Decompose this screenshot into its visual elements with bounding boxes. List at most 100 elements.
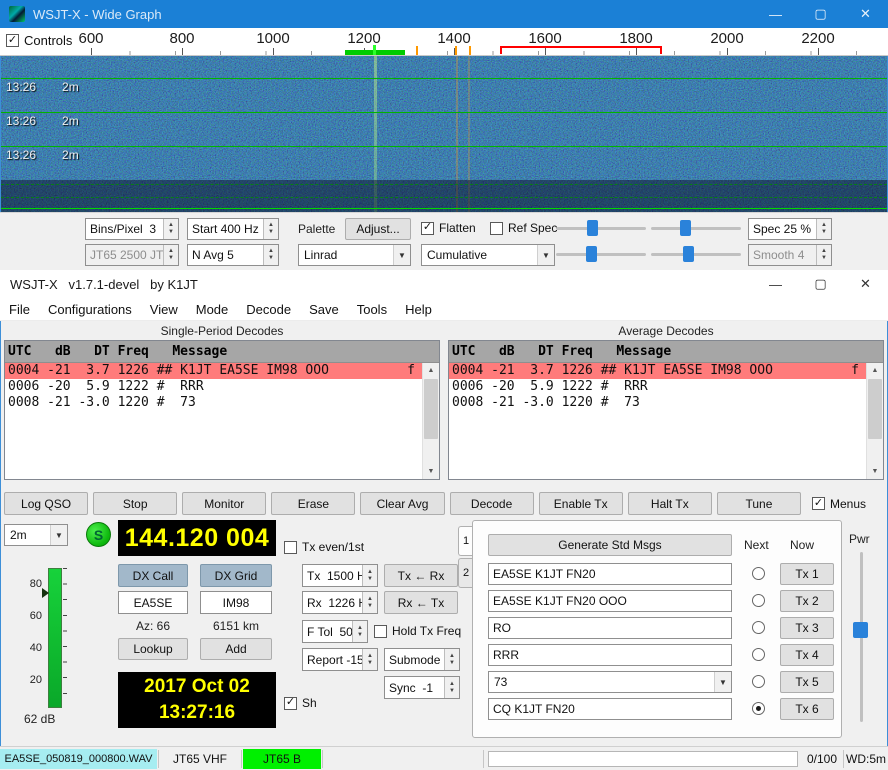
scrollbar[interactable]: ▲ ▼ bbox=[866, 363, 883, 479]
menu-help[interactable]: Help bbox=[396, 299, 441, 320]
menu-save[interactable]: Save bbox=[300, 299, 348, 320]
decode-body-left[interactable]: 0004 -21 3.7 1226 ## K1JT EA5SE IM98 OOO… bbox=[5, 363, 439, 479]
tab-1[interactable]: 1 bbox=[458, 526, 473, 556]
bins-pixel-spinbox[interactable]: Bins/Pixel 3 ▲▼ bbox=[85, 218, 179, 240]
main-titlebar[interactable]: WSJT-X v1.7.1-devel by K1JT — ▢ ✕ bbox=[0, 270, 888, 298]
scrollbar[interactable]: ▲ ▼ bbox=[422, 363, 439, 479]
f-tol-spinbox[interactable]: F Tol 50 ▲▼ bbox=[302, 620, 368, 643]
enable-tx-button[interactable]: Enable Tx bbox=[539, 492, 623, 515]
s-meter-indicator[interactable]: S bbox=[86, 522, 111, 547]
decode-row-left-1[interactable]: 0006 -20 5.9 1222 # RRR bbox=[5, 379, 422, 395]
decode-row-left-2[interactable]: 0008 -21 -3.0 1220 # 73 bbox=[5, 395, 422, 411]
halt-tx-button[interactable]: Halt Tx bbox=[628, 492, 712, 515]
spinner-arrows-icon[interactable]: ▲▼ bbox=[362, 592, 377, 613]
gain2-slider[interactable] bbox=[556, 244, 646, 264]
band-combo[interactable]: 2m ▼ bbox=[4, 524, 68, 546]
tx-radio-3[interactable] bbox=[752, 621, 765, 634]
spinner-arrows-icon[interactable]: ▲▼ bbox=[362, 649, 377, 670]
spinner-arrows-icon[interactable]: ▲▼ bbox=[362, 565, 377, 586]
dx-grid-field[interactable] bbox=[200, 591, 272, 614]
decode-row-right-0[interactable]: 0004 -21 3.7 1226 ## K1JT EA5SE IM98 OOO… bbox=[449, 363, 866, 379]
scroll-up-icon[interactable]: ▲ bbox=[867, 363, 883, 378]
tx-radio-6[interactable] bbox=[752, 702, 765, 715]
close-icon[interactable]: ✕ bbox=[843, 270, 888, 298]
spinner-arrows-icon[interactable]: ▲▼ bbox=[263, 219, 278, 239]
menu-tools[interactable]: Tools bbox=[348, 299, 396, 320]
tx-message-6-field[interactable] bbox=[488, 698, 732, 720]
dx-grid-button[interactable]: DX Grid bbox=[200, 564, 272, 587]
maximize-icon[interactable]: ▢ bbox=[798, 270, 843, 298]
dx-call-field[interactable] bbox=[118, 591, 188, 614]
tab-2[interactable]: 2 bbox=[458, 558, 473, 588]
menu-view[interactable]: View bbox=[141, 299, 187, 320]
spectrum-type-combo[interactable]: Cumulative ▼ bbox=[421, 244, 555, 266]
gain-slider[interactable] bbox=[556, 218, 646, 238]
menus-checkbox[interactable]: Menus bbox=[806, 497, 884, 511]
sync-spinbox[interactable]: Sync -1 ▲▼ bbox=[384, 676, 460, 699]
waterfall-display[interactable]: 13:26 2m 13:26 2m 13:26 2m bbox=[1, 56, 887, 212]
pwr-slider-handle[interactable] bbox=[853, 622, 868, 638]
menu-configurations[interactable]: Configurations bbox=[39, 299, 141, 320]
menu-mode[interactable]: Mode bbox=[187, 299, 238, 320]
zero-slider[interactable] bbox=[651, 218, 741, 238]
pwr-slider[interactable] bbox=[853, 552, 869, 722]
tx-freq-marker[interactable] bbox=[500, 46, 662, 48]
clear-avg-button[interactable]: Clear Avg bbox=[360, 492, 444, 515]
add-button[interactable]: Add bbox=[200, 638, 272, 660]
tx-message-5-combo[interactable]: 73 ▼ bbox=[488, 671, 732, 693]
spinner-arrows-icon[interactable]: ▲▼ bbox=[444, 677, 459, 698]
rx-from-tx-button[interactable]: Rx ← Tx bbox=[384, 591, 458, 614]
log-qso-button[interactable]: Log QSO bbox=[4, 492, 88, 515]
scroll-thumb[interactable] bbox=[868, 379, 882, 439]
scroll-down-icon[interactable]: ▼ bbox=[423, 464, 439, 479]
decode-body-right[interactable]: 0004 -21 3.7 1226 ## K1JT EA5SE IM98 OOO… bbox=[449, 363, 883, 479]
spinner-arrows-icon[interactable]: ▲▼ bbox=[163, 219, 178, 239]
close-icon[interactable]: ✕ bbox=[843, 0, 888, 28]
tx-even-checkbox[interactable]: Tx even/1st bbox=[284, 540, 364, 554]
minimize-icon[interactable]: — bbox=[753, 270, 798, 298]
tx-radio-1[interactable] bbox=[752, 567, 765, 580]
ref-spec-checkbox[interactable]: Ref Spec bbox=[490, 221, 557, 235]
tx-4-button[interactable]: Tx 4 bbox=[780, 644, 834, 666]
spinner-arrows-icon[interactable]: ▲▼ bbox=[263, 245, 278, 265]
tx-radio-2[interactable] bbox=[752, 594, 765, 607]
zero2-slider[interactable] bbox=[651, 244, 741, 264]
lookup-button[interactable]: Lookup bbox=[118, 638, 188, 660]
menu-file[interactable]: File bbox=[0, 299, 39, 320]
spinner-arrows-icon[interactable]: ▲▼ bbox=[352, 621, 367, 642]
tx-message-4-field[interactable] bbox=[488, 644, 732, 666]
spinner-arrows-icon[interactable]: ▲▼ bbox=[816, 219, 831, 239]
n-avg-spinbox[interactable]: N Avg 5 ▲▼ bbox=[187, 244, 279, 266]
generate-std-msgs-button[interactable]: Generate Std Msgs bbox=[488, 534, 732, 556]
palette-combo[interactable]: Linrad ▼ bbox=[298, 244, 411, 266]
erase-button[interactable]: Erase bbox=[271, 492, 355, 515]
spinner-arrows-icon[interactable]: ▲▼ bbox=[444, 649, 459, 670]
controls-checkbox[interactable]: Controls bbox=[6, 33, 78, 48]
tx-message-3-field[interactable] bbox=[488, 617, 732, 639]
tune-button[interactable]: Tune bbox=[717, 492, 801, 515]
tx-message-2-field[interactable] bbox=[488, 590, 732, 612]
decode-button[interactable]: Decode bbox=[450, 492, 534, 515]
monitor-button[interactable]: Monitor bbox=[182, 492, 266, 515]
dx-call-button[interactable]: DX Call bbox=[118, 564, 188, 587]
report-spinbox[interactable]: Report -15 ▲▼ bbox=[302, 648, 378, 671]
tx-1-button[interactable]: Tx 1 bbox=[780, 563, 834, 585]
tx-freq-spinbox[interactable]: Tx 1500 Hz ▲▼ bbox=[302, 564, 378, 587]
menu-decode[interactable]: Decode bbox=[237, 299, 300, 320]
rx-freq-spinbox[interactable]: Rx 1226 Hz ▲▼ bbox=[302, 591, 378, 614]
hold-tx-freq-checkbox[interactable]: Hold Tx Freq bbox=[374, 624, 461, 638]
stop-button[interactable]: Stop bbox=[93, 492, 177, 515]
tx-2-button[interactable]: Tx 2 bbox=[780, 590, 834, 612]
tx-radio-5[interactable] bbox=[752, 675, 765, 688]
decode-row-left-0[interactable]: 0004 -21 3.7 1226 ## K1JT EA5SE IM98 OOO… bbox=[5, 363, 422, 379]
minimize-icon[interactable]: — bbox=[753, 0, 798, 28]
wide-graph-titlebar[interactable]: WSJT-X - Wide Graph — ▢ ✕ bbox=[0, 0, 888, 28]
spec-percent-spinbox[interactable]: Spec 25 % ▲▼ bbox=[748, 218, 832, 240]
tx-5-button[interactable]: Tx 5 bbox=[780, 671, 834, 693]
scroll-thumb[interactable] bbox=[424, 379, 438, 439]
controls-checkbox-box[interactable] bbox=[6, 34, 19, 47]
flatten-checkbox[interactable]: Flatten bbox=[421, 221, 476, 235]
maximize-icon[interactable]: ▢ bbox=[798, 0, 843, 28]
decode-row-right-2[interactable]: 0008 -21 -3.0 1220 # 73 bbox=[449, 395, 866, 411]
sh-checkbox[interactable]: Sh bbox=[284, 696, 317, 710]
